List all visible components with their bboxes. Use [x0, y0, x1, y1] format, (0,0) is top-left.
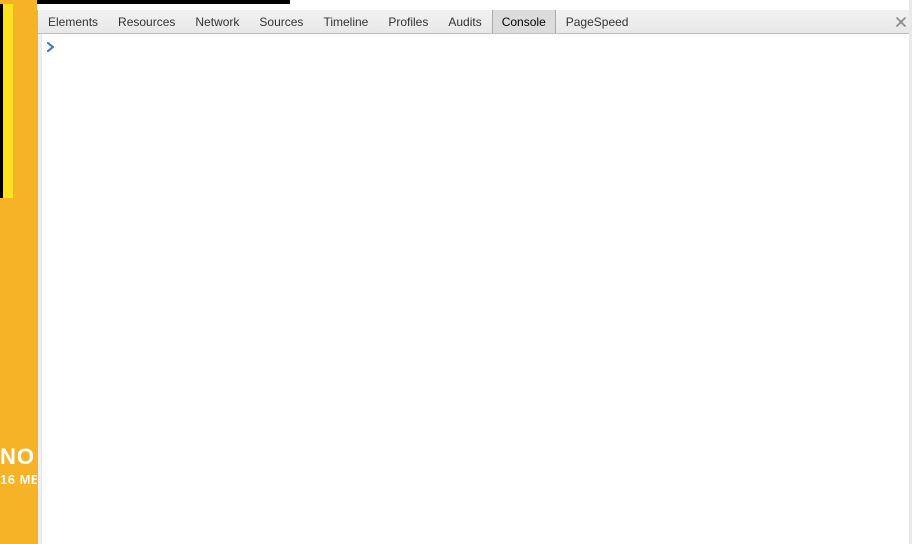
tab-timeline[interactable]: Timeline	[313, 10, 378, 33]
console-input[interactable]	[61, 40, 906, 53]
tab-label: Network	[195, 15, 239, 29]
close-icon	[896, 14, 906, 30]
devtools-panel: Elements Resources Network Sources Timel…	[37, 10, 912, 544]
console-gutter	[38, 34, 42, 544]
tab-network[interactable]: Network	[185, 10, 249, 33]
console-prompt-icon	[47, 42, 55, 52]
tab-label: Timeline	[323, 15, 368, 29]
tab-label: Elements	[48, 15, 98, 29]
tab-label: Console	[502, 15, 546, 29]
tab-label: Sources	[259, 15, 303, 29]
tab-elements[interactable]: Elements	[38, 10, 108, 33]
console-body	[38, 34, 912, 544]
tab-label: PageSpeed	[566, 15, 629, 29]
devtools-tabbar: Elements Resources Network Sources Timel…	[38, 10, 912, 34]
page-accent-bar	[0, 4, 13, 198]
tab-audits[interactable]: Audits	[438, 10, 491, 33]
page-background-strip: NO 16 ME	[0, 0, 37, 544]
tab-console[interactable]: Console	[492, 10, 556, 33]
browser-address-bar-fragment	[0, 0, 290, 4]
tab-resources[interactable]: Resources	[108, 10, 185, 33]
tab-label: Profiles	[388, 15, 428, 29]
tabbar-spacer	[638, 10, 890, 33]
tab-profiles[interactable]: Profiles	[378, 10, 438, 33]
tab-sources[interactable]: Sources	[249, 10, 313, 33]
tab-pagespeed[interactable]: PageSpeed	[556, 10, 639, 33]
console-prompt-row	[47, 40, 906, 53]
page-text-fragment-2: 16 ME	[0, 472, 40, 487]
tab-label: Audits	[448, 15, 481, 29]
tab-label: Resources	[118, 15, 175, 29]
page-text-fragment-1: NO	[0, 444, 35, 470]
